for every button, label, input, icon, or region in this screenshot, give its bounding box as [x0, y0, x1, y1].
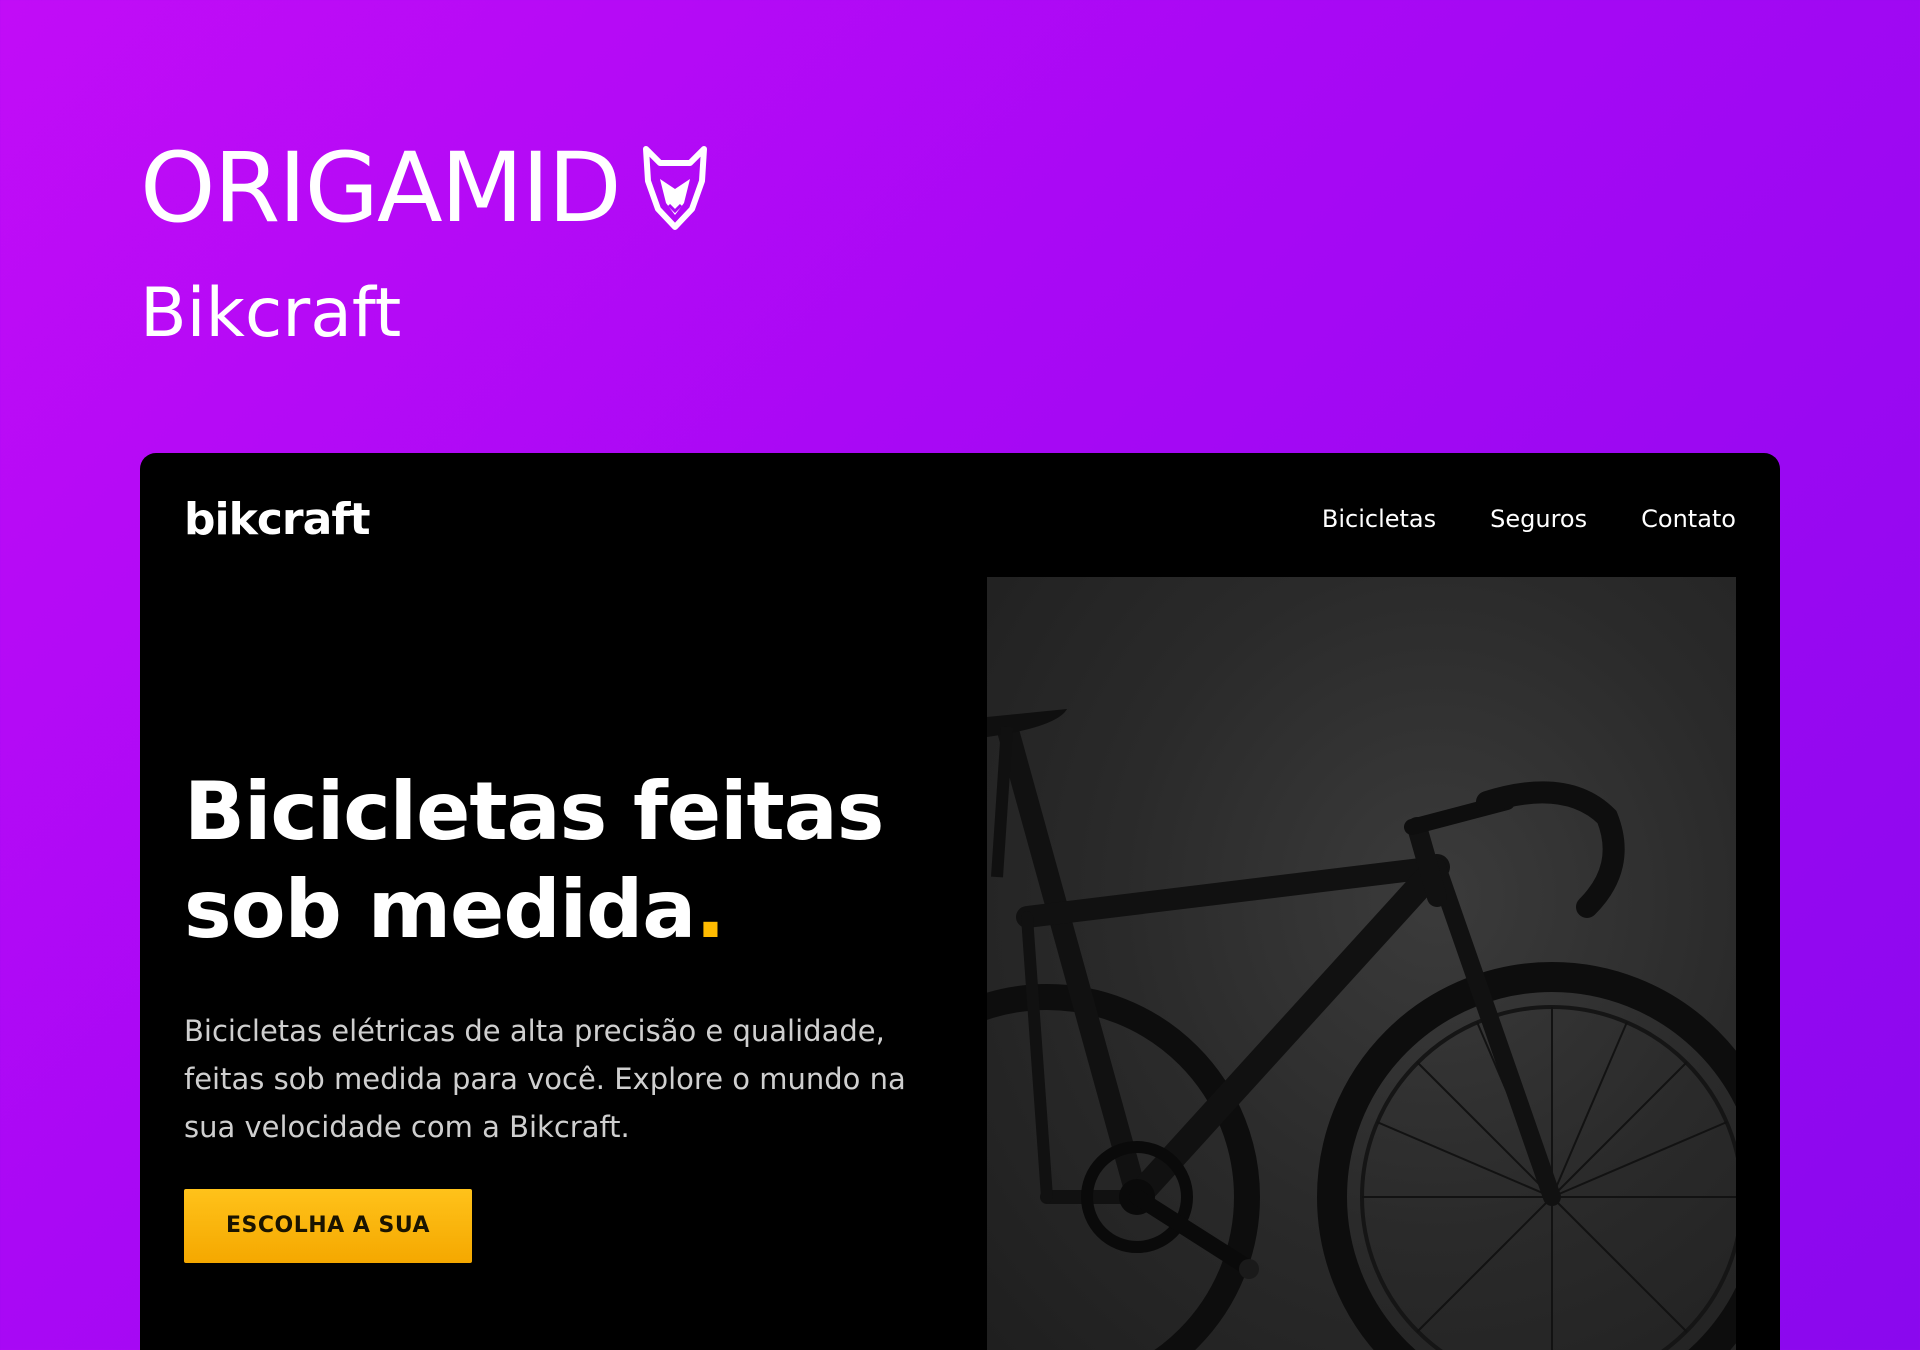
origamid-wordmark: ORIGAMID [140, 132, 622, 244]
nav-link-bicicletas[interactable]: Bicicletas [1322, 505, 1436, 533]
site-logo[interactable]: bikcraft [184, 494, 370, 545]
hero-title-dot: . [695, 863, 725, 956]
hero-title-line2: sob medida [184, 863, 696, 956]
choose-yours-button[interactable]: ESCOLHA A SUA [184, 1189, 473, 1263]
site-header: bikcraft Bicicletas Seguros Contato [184, 489, 1736, 549]
hero-title: Bicicletas feitas sob medida. [184, 763, 924, 959]
hero-title-line1: Bicicletas feitas [184, 765, 884, 858]
fox-head-icon [642, 146, 707, 230]
nav-link-seguros[interactable]: Seguros [1490, 505, 1587, 533]
hero-content: Bicicletas feitas sob medida. Bicicletas… [184, 763, 924, 1263]
origamid-brand: ORIGAMID Bikcraft [140, 140, 710, 353]
bike-illustration [987, 709, 1736, 1350]
brand-row: ORIGAMID [140, 140, 710, 236]
nav-link-contato[interactable]: Contato [1641, 505, 1736, 533]
brand-subtitle: Bikcraft [140, 274, 402, 353]
hero-description: Bicicletas elétricas de alta precisão e … [184, 1014, 906, 1144]
site-nav: Bicicletas Seguros Contato [1322, 505, 1736, 533]
road-bike-photo [987, 577, 1736, 1350]
website-preview-card: bikcraft Bicicletas Seguros Contato Bici… [140, 453, 1780, 1350]
